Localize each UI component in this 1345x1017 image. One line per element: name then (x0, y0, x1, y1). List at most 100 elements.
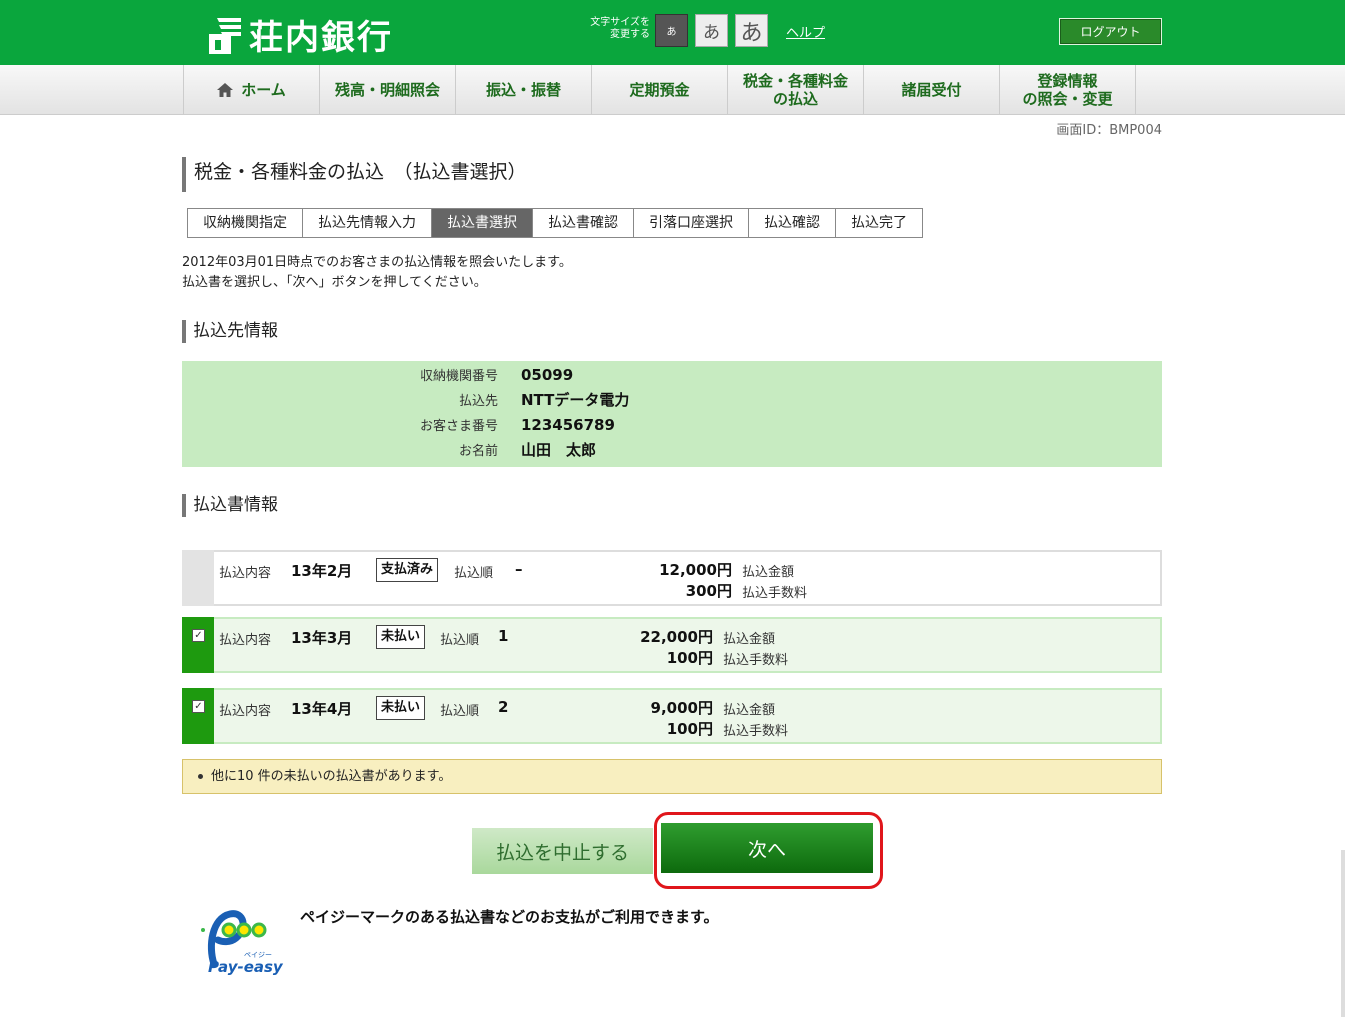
bullet-icon (198, 774, 203, 779)
bill-amount: 9,000円 (650, 699, 713, 717)
bill-content-label: 払込内容 (219, 566, 272, 581)
payeasy-message: ペイジーマークのある払込書などのお支払がご利用できます。 (300, 908, 719, 926)
bill-fee: 100円 (666, 649, 713, 667)
bill-check-column: ✓ (182, 688, 214, 744)
nav-registration[interactable]: 登録情報 の照会・変更 (1000, 65, 1136, 115)
bill-content-label: 払込内容 (219, 633, 272, 648)
step-payment-confirm: 払込確認 (749, 209, 836, 237)
step-institution: 収納機関指定 (188, 209, 303, 237)
bank-name: 荘内銀行 (249, 18, 393, 58)
main-nav: ホーム 残高・明細照会 振込・振替 定期預金 税金・各種料金 の払込 諸届受付 登… (0, 65, 1345, 115)
payeasy-logo: ペイジー Pay-easy (200, 906, 288, 976)
institution-number-value: 05099 (521, 365, 574, 384)
nav-balance-label: 残高・明細照会 (334, 81, 440, 99)
next-button[interactable]: 次へ (661, 823, 873, 873)
intro-line-2: 払込書を選択し、「次へ」ボタンを押してください。 (182, 275, 487, 290)
payee-row-name: お名前 山田 太郎 (182, 437, 1162, 462)
bill-amount: 12,000円 (659, 561, 732, 579)
bill-fee: 100円 (666, 720, 713, 738)
bill-month: 13年3月 (291, 629, 353, 647)
font-size-small-button[interactable]: あ (655, 14, 688, 47)
nav-home-label: ホーム (241, 81, 286, 99)
customer-number-label: お客さま番号 (419, 419, 498, 434)
institution-number-label: 収納機関番号 (419, 369, 498, 384)
page-title: 税金・各種料金の払込 （払込書選択） (182, 157, 527, 192)
bill-month: 13年2月 (291, 562, 353, 580)
nav-registration-label-2: の照会・変更 (1022, 90, 1113, 108)
bill-status-badge: 未払い (376, 696, 426, 720)
step-bill-confirm: 払込書確認 (533, 209, 634, 237)
payee-value: NTTデータ電力 (521, 391, 630, 409)
bill-amount-label: 払込金額 (723, 703, 776, 718)
bill-amount: 22,000円 (640, 628, 713, 646)
unpaid-notice-text: 他に10 件の未払いの払込書があります。 (211, 769, 452, 784)
bill-check-column-disabled (182, 550, 214, 606)
payee-row-institution: 収納機関番号 05099 (182, 362, 1162, 387)
bill-row-unpaid-2: ✓ 払込内容 13年4月 未払い 払込順 2 9,000円 払込金額 100円 … (182, 688, 1162, 744)
nav-balance[interactable]: 残高・明細照会 (320, 65, 456, 115)
bill-section-title: 払込書情報 (182, 494, 278, 517)
bill-order-label: 払込順 (454, 566, 494, 581)
bill-row-unpaid-1: ✓ 払込内容 13年3月 未払い 払込順 1 22,000円 払込金額 100円… (182, 617, 1162, 673)
payee-row-payee: 払込先 NTTデータ電力 (182, 387, 1162, 412)
nav-tax-payment[interactable]: 税金・各種料金 の払込 (728, 65, 864, 115)
font-size-large-button[interactable]: あ (735, 14, 768, 47)
bill-amount-label: 払込金額 (723, 632, 776, 647)
bill-amount-label: 払込金額 (742, 565, 795, 580)
step-account-select: 引落口座選択 (634, 209, 749, 237)
intro-line-1: 2012年03月01日時点でのお客さまの払込情報を照会いたします。 (182, 255, 572, 270)
bill-month: 13年4月 (291, 700, 353, 718)
payee-row-customer-number: お客さま番号 123456789 (182, 412, 1162, 437)
bill-select-checkbox[interactable]: ✓ (192, 629, 205, 642)
nav-home[interactable]: ホーム (184, 65, 320, 115)
bill-fee: 300円 (685, 582, 732, 600)
payee-info-box: 収納機関番号 05099 払込先 NTTデータ電力 お客さま番号 1234567… (182, 361, 1162, 467)
step-indicator: 収納機関指定 払込先情報入力 払込書選択 払込書確認 引落口座選択 払込確認 払… (187, 208, 923, 238)
customer-name-value: 山田 太郎 (521, 441, 597, 459)
payee-section-title: 払込先情報 (182, 320, 278, 343)
scrollbar[interactable] (1341, 850, 1345, 1017)
bill-order-label: 払込順 (440, 704, 480, 719)
font-size-medium-button[interactable]: あ (695, 14, 728, 47)
nav-applications[interactable]: 諸届受付 (864, 65, 1000, 115)
bill-content-label: 払込内容 (219, 704, 272, 719)
bill-fee-label: 払込手数料 (723, 724, 789, 739)
nav-registration-label-1: 登録情報 (1037, 72, 1098, 90)
logout-button[interactable]: ログアウト (1059, 18, 1162, 45)
bill-order-value: 2 (498, 698, 509, 716)
customer-number-value: 123456789 (521, 415, 615, 434)
cancel-payment-button[interactable]: 払込を中止する (472, 828, 653, 874)
unpaid-notice: 他に10 件の未払いの払込書があります。 (182, 759, 1162, 794)
header-bar: 荘内銀行 文字サイズを 変更する あ あ あ ヘルプ ログアウト (0, 0, 1345, 65)
screen-id: 画面ID：BMP004 (1056, 123, 1162, 138)
nav-applications-label: 諸届受付 (901, 81, 962, 99)
intro-text: 2012年03月01日時点でのお客さまの払込情報を照会いたします。 払込書を選択… (182, 253, 572, 293)
step-payee-input: 払込先情報入力 (303, 209, 432, 237)
bill-row-paid: 払込内容 13年2月 支払済み 払込順 – 12,000円 払込金額 300円 … (182, 550, 1162, 606)
step-bill-select: 払込書選択 (432, 209, 533, 237)
payee-label: 払込先 (458, 394, 498, 409)
help-link[interactable]: ヘルプ (786, 22, 825, 41)
bill-status-badge: 支払済み (376, 558, 439, 582)
bill-fee-label: 払込手数料 (742, 586, 808, 601)
font-size-label: 文字サイズを 変更する (590, 17, 650, 40)
nav-time-deposit[interactable]: 定期預金 (592, 65, 728, 115)
bill-fee-label: 払込手数料 (723, 653, 789, 668)
nav-transfer-label: 振込・振替 (485, 81, 561, 99)
bill-order-label: 払込順 (440, 633, 480, 648)
nav-time-deposit-label: 定期預金 (629, 81, 690, 99)
svg-text:Pay-easy: Pay-easy (208, 958, 284, 976)
bill-select-checkbox[interactable]: ✓ (192, 700, 205, 713)
bill-order-value: – (515, 560, 523, 578)
bank-logo-icon (205, 14, 243, 56)
home-icon (217, 83, 234, 97)
nav-tax-payment-label-1: 税金・各種料金 (742, 72, 848, 90)
bill-order-value: 1 (498, 627, 509, 645)
customer-name-label: お名前 (458, 444, 498, 459)
nav-transfer[interactable]: 振込・振替 (456, 65, 592, 115)
bank-logo[interactable]: 荘内銀行 (205, 10, 393, 59)
bill-check-column: ✓ (182, 617, 214, 673)
nav-tax-payment-label-2: の払込 (772, 90, 818, 108)
step-complete: 払込完了 (836, 209, 922, 237)
bill-status-badge: 未払い (376, 625, 426, 649)
